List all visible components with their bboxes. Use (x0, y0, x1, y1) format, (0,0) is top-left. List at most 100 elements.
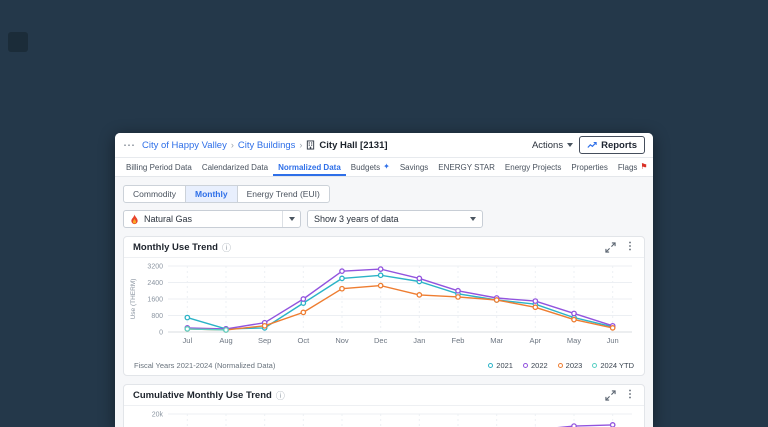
breadcrumb-current: City Hall [2131] (319, 140, 387, 151)
tab-label: Normalized Data (278, 163, 341, 172)
legend-item-2024-ytd[interactable]: 2024 YTD (592, 361, 634, 370)
legend-label: 2024 YTD (600, 361, 634, 370)
sparkles-icon: ✦ (383, 163, 390, 171)
chart-legend: 2021 2022 2023 2024 YTD (488, 361, 634, 370)
actions-dropdown[interactable]: Actions (532, 140, 573, 151)
caret-down-icon (464, 211, 482, 227)
legend-marker (558, 363, 563, 368)
tab-calendarized-data[interactable]: Calendarized Data (197, 158, 273, 176)
app-window: ⋯ City of Happy Valley›City Buildings›Ci… (115, 133, 653, 427)
monthly-use-trend-chart: 0 800 1600 2400 3200 Jul Aug Sep Oct Nov Dec Jan Feb… (124, 258, 644, 361)
tab-savings[interactable]: Savings (395, 158, 433, 176)
subtab-energy-trend-eui-[interactable]: Energy Trend (EUI) (237, 186, 329, 202)
info-icon[interactable]: ⓘ (276, 389, 285, 402)
desktop: { "colors": { "accent": "#2e6fe8", "teal… (0, 0, 768, 427)
tab-billing-period-data[interactable]: Billing Period Data (121, 158, 197, 176)
tab-label: Billing Period Data (126, 163, 192, 172)
card-title: Monthly Use Trend (133, 242, 218, 253)
timerange-value: Show 3 years of data (314, 214, 464, 224)
svg-text:Mar: Mar (490, 336, 503, 345)
caret-down-icon (567, 143, 573, 147)
legend-label: 2023 (566, 361, 583, 370)
svg-text:Jul: Jul (183, 336, 193, 345)
svg-text:Jun: Jun (607, 336, 619, 345)
filter-row: Natural Gas Show 3 years of data (123, 210, 645, 228)
legend-marker (523, 363, 528, 368)
svg-text:Sep: Sep (258, 336, 271, 345)
window-body: CommodityMonthlyEnergy Trend (EUI) Natur… (115, 177, 653, 427)
legend-item-2021[interactable]: 2021 (488, 361, 513, 370)
building-icon (306, 140, 315, 150)
svg-text:2400: 2400 (147, 280, 163, 287)
svg-text:Dec: Dec (374, 336, 388, 345)
window-header: ⋯ City of Happy Valley›City Buildings›Ci… (115, 133, 653, 158)
svg-text:0: 0 (159, 330, 163, 337)
info-icon[interactable]: ⓘ (222, 241, 231, 254)
tab-properties[interactable]: Properties (566, 158, 612, 176)
legend-label: 2022 (531, 361, 548, 370)
cumulative-monthly-use-trend-svg: 05k10k15k20kJulAugSepOctNovDecJanFebMarA… (126, 408, 644, 427)
flag-icon: ⚑ (640, 163, 647, 171)
monthly-use-trend-card: Monthly Use Trend ⓘ ⋮ 0 800 1600 2400 3200 Ju… (123, 236, 645, 376)
tab-label: Flags (618, 163, 638, 172)
tab-label: Budgets (351, 163, 380, 172)
kebab-menu-icon[interactable]: ⋮ (625, 390, 635, 400)
legend-marker (592, 363, 597, 368)
expand-icon[interactable] (605, 242, 616, 253)
breadcrumb-link[interactable]: City Buildings (238, 140, 296, 151)
tab-label: Calendarized Data (202, 163, 268, 172)
tab-energy-star[interactable]: ENERGY STAR (433, 158, 500, 176)
legend-item-2023[interactable]: 2023 (558, 361, 583, 370)
breadcrumb: City of Happy Valley›City Buildings›City… (142, 140, 388, 151)
reports-button[interactable]: Reports (579, 136, 645, 154)
report-chart-icon (587, 140, 597, 150)
svg-text:May: May (567, 336, 581, 345)
tab-flags[interactable]: Flags⚑ (613, 158, 653, 176)
svg-text:Use (THERM): Use (THERM) (130, 279, 137, 320)
tab-label: ENERGY STAR (438, 163, 495, 172)
tab-energy-projects[interactable]: Energy Projects (500, 158, 566, 176)
expand-icon[interactable] (605, 390, 616, 401)
svg-text:3200: 3200 (147, 264, 163, 271)
chart-footnote: Fiscal Years 2021-2024 (Normalized Data) (134, 361, 275, 370)
svg-text:Oct: Oct (297, 336, 310, 345)
tab-normalized-data[interactable]: Normalized Data (273, 158, 346, 176)
svg-text:Jan: Jan (413, 336, 425, 345)
kebab-menu-icon[interactable]: ⋮ (625, 242, 635, 252)
subtab-group: CommodityMonthlyEnergy Trend (EUI) (123, 185, 330, 203)
monthly-use-trend-svg: 0 800 1600 2400 3200 Jul Aug Sep Oct Nov Dec Jan Feb… (126, 260, 644, 356)
tab-label: Properties (571, 163, 607, 172)
svg-text:Feb: Feb (452, 336, 465, 345)
card-title: Cumulative Monthly Use Trend (133, 390, 272, 401)
legend-item-2022[interactable]: 2022 (523, 361, 548, 370)
card-footer: Fiscal Years 2021-2024 (Normalized Data)… (124, 361, 644, 375)
tab-label: Savings (400, 163, 428, 172)
commodity-select[interactable]: Natural Gas (123, 210, 301, 228)
subtab-monthly[interactable]: Monthly (185, 186, 237, 202)
cumulative-monthly-use-trend-chart: 05k10k15k20kJulAugSepOctNovDecJanFebMarA… (124, 406, 644, 427)
timerange-select[interactable]: Show 3 years of data (307, 210, 483, 228)
svg-text:1600: 1600 (147, 297, 163, 304)
svg-text:800: 800 (151, 313, 163, 320)
svg-text:Nov: Nov (335, 336, 349, 345)
legend-label: 2021 (496, 361, 513, 370)
tab-label: Energy Projects (505, 163, 561, 172)
svg-text:Apr: Apr (529, 336, 541, 345)
breadcrumb-separator: › (299, 140, 302, 150)
card-header: Cumulative Monthly Use Trend ⓘ ⋮ (124, 385, 644, 406)
tab-bar: Billing Period Data Calendarized Data Norm… (115, 158, 653, 177)
caret-down-icon (282, 211, 300, 227)
cumulative-monthly-use-trend-card: Cumulative Monthly Use Trend ⓘ ⋮ 05k10k1… (123, 384, 645, 427)
subtab-commodity[interactable]: Commodity (124, 186, 185, 202)
svg-text:Aug: Aug (219, 336, 232, 345)
breadcrumb-separator: › (231, 140, 234, 150)
card-header: Monthly Use Trend ⓘ ⋮ (124, 237, 644, 258)
tab-budgets[interactable]: Budgets✦ (346, 158, 395, 176)
desktop-tile (8, 32, 28, 52)
flame-icon (130, 214, 139, 225)
legend-marker (488, 363, 493, 368)
svg-text:20k: 20k (152, 412, 164, 419)
reports-label: Reports (601, 140, 637, 151)
more-menu-icon[interactable]: ⋯ (123, 139, 136, 151)
breadcrumb-link[interactable]: City of Happy Valley (142, 140, 227, 151)
